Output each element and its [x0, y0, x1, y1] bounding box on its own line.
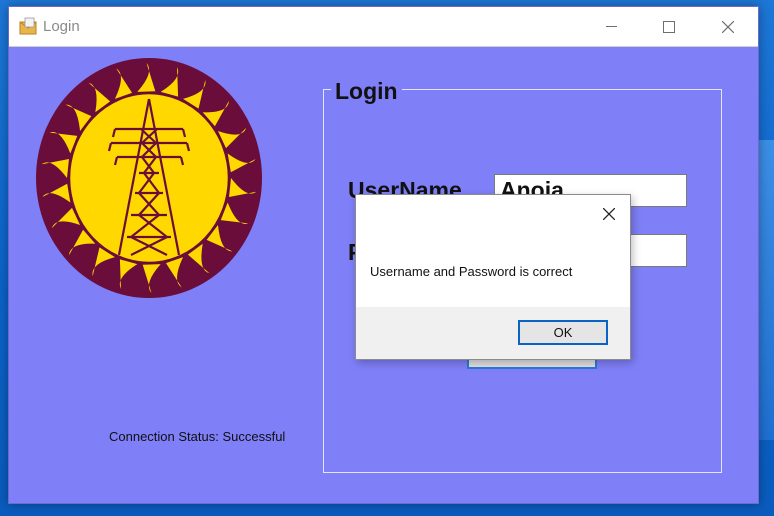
maximize-icon: [663, 20, 675, 33]
window-title: Login: [43, 18, 80, 35]
app-icon: [19, 17, 37, 35]
dialog-close-button[interactable]: [598, 203, 620, 225]
close-icon: [722, 20, 734, 33]
dialog-footer: OK: [356, 307, 630, 359]
maximize-button[interactable]: [640, 7, 698, 46]
dialog-message: Username and Password is correct: [370, 264, 573, 279]
connection-status-label: Connection Status: Successful: [109, 429, 286, 444]
minimize-button[interactable]: [582, 7, 640, 46]
close-icon: [603, 208, 615, 220]
close-button[interactable]: [699, 7, 757, 46]
company-logo: [36, 58, 262, 298]
login-group-title: Login: [331, 78, 402, 104]
ok-button[interactable]: OK: [518, 320, 608, 345]
minimize-icon: [605, 26, 617, 27]
title-bar[interactable]: Login: [9, 7, 758, 47]
message-dialog: Username and Password is correct OK: [355, 194, 631, 360]
